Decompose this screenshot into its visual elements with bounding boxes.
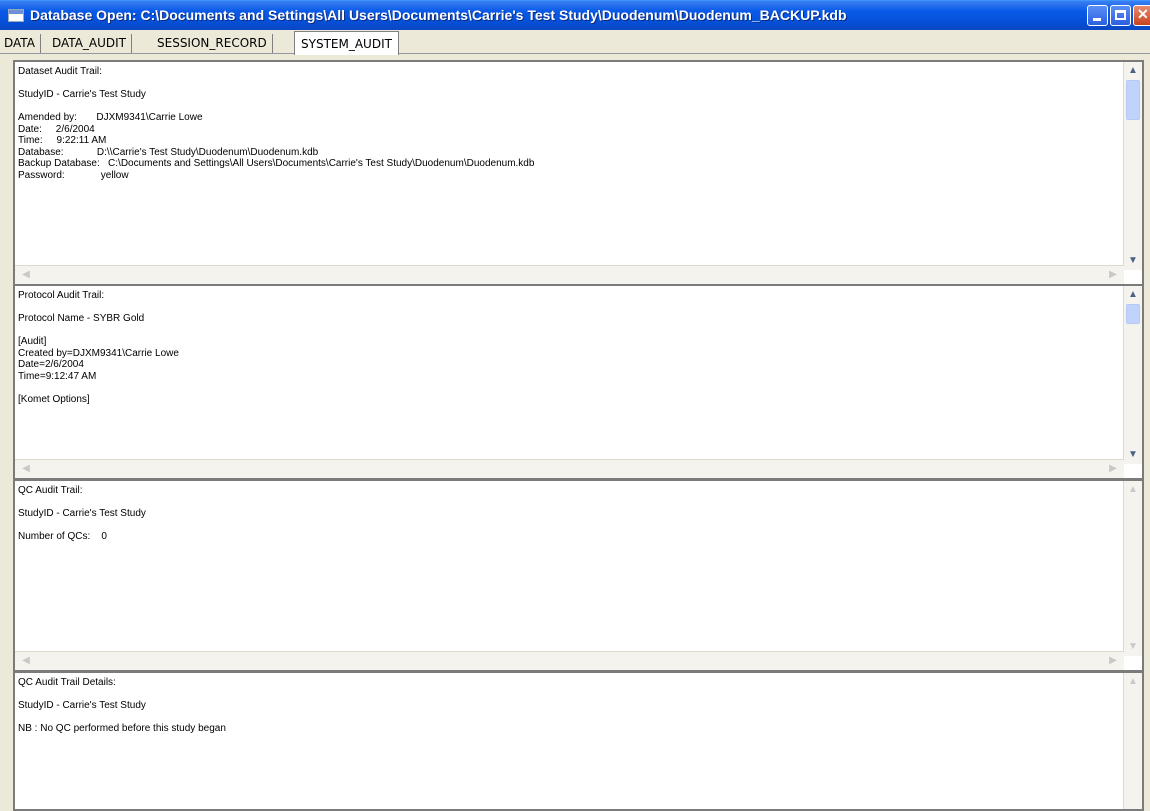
window-title: Database Open: C:\Documents and Settings… <box>30 7 847 23</box>
qc-audit-panel[interactable]: QC Audit Trail: StudyID - Carrie's Test … <box>13 479 1144 672</box>
scroll-up-icon[interactable]: ▲ <box>1126 288 1140 302</box>
dataset-audit-text: Dataset Audit Trail: StudyID - Carrie's … <box>18 66 535 181</box>
qc-audit-details-text: QC Audit Trail Details: StudyID - Carrie… <box>18 677 226 734</box>
tab-data[interactable]: DATA <box>4 34 41 53</box>
scroll-down-icon[interactable]: ▼ <box>1126 448 1140 462</box>
tab-system-audit[interactable]: SYSTEM_AUDIT <box>294 31 399 55</box>
vertical-scrollbar[interactable]: ▲ ▼ <box>1123 481 1142 656</box>
scroll-down-icon[interactable]: ▼ <box>1126 254 1140 268</box>
scroll-up-icon[interactable]: ▲ <box>1126 483 1140 497</box>
scroll-down-icon[interactable]: ▼ <box>1126 640 1140 654</box>
scroll-up-icon[interactable]: ▲ <box>1126 64 1140 78</box>
qc-audit-text: QC Audit Trail: StudyID - Carrie's Test … <box>18 485 146 542</box>
scroll-thumb[interactable] <box>1126 304 1140 324</box>
vertical-scrollbar[interactable]: ▲ <box>1123 673 1142 809</box>
vertical-scrollbar[interactable]: ▲ ▼ <box>1123 286 1142 464</box>
scroll-thumb[interactable] <box>1126 80 1140 120</box>
title-bar: Database Open: C:\Documents and Settings… <box>0 0 1150 30</box>
minimize-button[interactable] <box>1087 5 1108 26</box>
scroll-right-icon[interactable]: ▶ <box>1106 654 1120 668</box>
tab-data-audit[interactable]: DATA_AUDIT <box>52 34 133 53</box>
scroll-up-icon[interactable]: ▲ <box>1126 675 1140 689</box>
protocol-audit-panel[interactable]: Protocol Audit Trail: Protocol Name - SY… <box>13 284 1144 480</box>
tab-session-record[interactable]: SESSION_RECORD <box>157 34 273 53</box>
horizontal-scrollbar[interactable]: ◀ ▶ <box>15 651 1124 670</box>
close-button[interactable] <box>1133 5 1150 26</box>
scroll-right-icon[interactable]: ▶ <box>1106 268 1120 282</box>
scroll-right-icon[interactable]: ▶ <box>1106 462 1120 476</box>
horizontal-scrollbar[interactable]: ◀ ▶ <box>15 265 1124 284</box>
qc-audit-details-panel[interactable]: QC Audit Trail Details: StudyID - Carrie… <box>13 671 1144 811</box>
scroll-left-icon[interactable]: ◀ <box>19 462 33 476</box>
tab-bar: DATA DATA_AUDIT SESSION_RECORD SYSTEM_AU… <box>0 30 1150 55</box>
maximize-button[interactable] <box>1110 5 1131 26</box>
horizontal-scrollbar[interactable]: ◀ ▶ <box>15 459 1124 478</box>
scroll-left-icon[interactable]: ◀ <box>19 654 33 668</box>
dataset-audit-panel[interactable]: Dataset Audit Trail: StudyID - Carrie's … <box>13 60 1144 286</box>
vertical-scrollbar[interactable]: ▲ ▼ <box>1123 62 1142 270</box>
scroll-left-icon[interactable]: ◀ <box>19 268 33 282</box>
protocol-audit-text: Protocol Audit Trail: Protocol Name - SY… <box>18 290 179 405</box>
app-icon <box>8 9 24 22</box>
